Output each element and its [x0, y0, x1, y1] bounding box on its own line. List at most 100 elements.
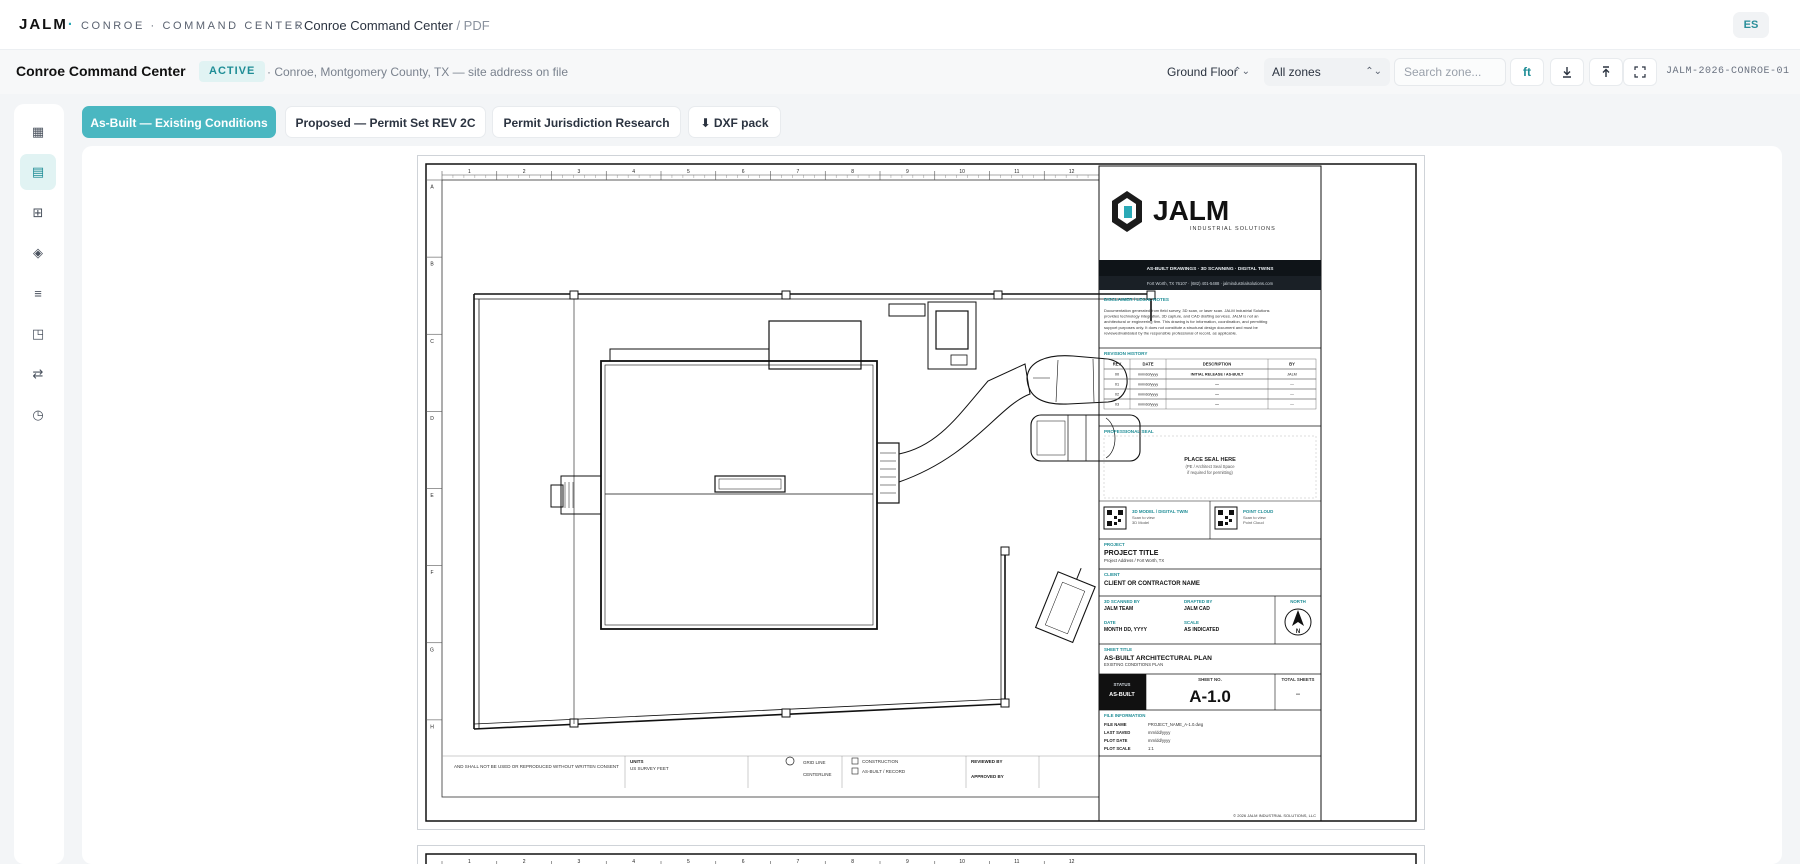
ruler-col-number: 4 — [632, 169, 635, 175]
north-arrow-icon: N — [1284, 608, 1312, 636]
disclaimer-line: reviewed/validated by the responsible pr… — [1104, 330, 1237, 335]
search-zone-input[interactable] — [1394, 58, 1506, 86]
client-value: CLIENT OR CONTRACTOR NAME — [1104, 581, 1200, 587]
file-info-value: PROJECT_NAME_A-1.0.dwg — [1148, 722, 1204, 727]
ruler-col-number: 5 — [687, 169, 690, 175]
seal-place: PLACE SEAL HERE — [1184, 457, 1236, 463]
qr-code-model — [1103, 506, 1127, 530]
ruler-col-number: 11 — [1014, 859, 1019, 864]
download-button[interactable] — [1550, 58, 1584, 86]
ruler-col-number: 5 — [687, 859, 690, 864]
ruler-row-letter: H — [430, 724, 434, 730]
upload-button[interactable] — [1589, 58, 1623, 86]
rail-grid-icon[interactable]: ⊞ — [20, 195, 56, 231]
ruler-col-number: 10 — [959, 169, 965, 175]
ruler-col-number: 11 — [1014, 169, 1019, 175]
revision-cell: — — [1290, 393, 1294, 397]
rail-plans-icon[interactable]: ▤ — [20, 154, 56, 190]
next-sheet-preview[interactable]: 1 2 3 4 5 6 7 8 9 10 11 12 — [417, 845, 1425, 864]
revision-header-cell: REV — [1113, 362, 1122, 367]
disclaimer-text: Documentation generated from field surve… — [1104, 308, 1270, 335]
client-label: CLIENT — [1104, 572, 1120, 577]
ruler-row-letter: B — [430, 262, 434, 268]
breadcrumb: › Conroe Command Center / PDF — [296, 18, 490, 33]
ruler-row-letter: F — [430, 570, 433, 576]
brand-subtitle: CONROE · COMMAND CENTER — [81, 20, 306, 32]
revision-cell: JALM — [1287, 373, 1297, 377]
note-bottom: AND SHALL NOT BE USED OR REPRODUCED WITH… — [454, 764, 619, 769]
status-label: STATUS — [1114, 682, 1131, 687]
tab-dxf-pack[interactable]: ⬇ DXF pack — [688, 106, 781, 138]
car-truck — [1030, 414, 1141, 462]
ruler-col-number: 1 — [468, 859, 471, 864]
ruler-col-number: 12 — [1069, 859, 1075, 864]
revision-cell: 01 — [1115, 383, 1119, 387]
ruler-col-number: 2 — [523, 859, 526, 864]
tab-permit-research[interactable]: Permit Jurisdiction Research — [492, 106, 681, 138]
trailer — [1034, 567, 1096, 644]
fullscreen-button[interactable] — [1623, 58, 1657, 86]
legend-construction: CONSTRUCTION — [862, 759, 898, 764]
project-value: PROJECT TITLE — [1104, 550, 1159, 557]
date-value: MONTH DD, YYYY — [1104, 627, 1148, 633]
ruler-col-number: 8 — [851, 859, 854, 864]
top-nav: JALM· CONROE · COMMAND CENTER › Conroe C… — [0, 0, 1800, 50]
left-rail: ▦ ▤ ⊞ ◈ ≡ ◳ ⇄ ◷ — [14, 104, 64, 864]
rail-list-icon[interactable]: ≡ — [20, 276, 56, 312]
sheet-title-value: AS-BUILT ARCHITECTURAL PLAN — [1104, 655, 1212, 662]
revision-cell: mm/dd/yyyy — [1138, 403, 1158, 407]
rail-dashboard-icon[interactable]: ▦ — [20, 114, 56, 150]
rail-sheets-icon[interactable]: ◳ — [20, 316, 56, 352]
legend-center: CENTERLINE — [803, 772, 832, 777]
rail-layers-icon[interactable]: ◈ — [20, 235, 56, 271]
disclaimer-title: DISCLAIMER / LEGAL NOTES — [1104, 297, 1169, 302]
ruler-row-letter: E — [430, 493, 434, 499]
tab-proposed[interactable]: Proposed — Permit Set REV 2C — [285, 106, 486, 138]
zones-select[interactable]: All zones ⌃⌄ — [1264, 58, 1390, 86]
tab-as-built[interactable]: As-Built — Existing Conditions — [82, 106, 276, 138]
project-address: · Conroe, Montgomery County, TX — site a… — [267, 65, 569, 79]
project-code: JALM-2026-CONROE-01 — [1666, 66, 1790, 77]
revision-header-cell: DATE — [1142, 362, 1153, 367]
drawing-sheet[interactable]: 1 2 3 4 5 6 7 8 9 10 11 12 A B C D E F G H — [417, 155, 1425, 830]
reviewed-by: REVIEWED BY — [971, 759, 1003, 764]
rail-transfer-icon[interactable]: ⇄ — [20, 356, 56, 392]
revision-cell: — — [1290, 403, 1294, 407]
file-info-label: PLOT SCALE — [1104, 746, 1131, 751]
project-title: Conroe Command Center — [16, 63, 186, 79]
rail-history-icon[interactable]: ◷ — [20, 397, 56, 433]
ruler-col-number: 10 — [959, 859, 965, 864]
revision-cell: — — [1215, 393, 1219, 397]
ruler-col-number: 6 — [742, 859, 745, 864]
unit-toggle-button[interactable]: ft — [1510, 58, 1544, 86]
seal-sub1: (PE / Architect Seal Space — [1185, 464, 1235, 469]
qr2-line2: Point Cloud — [1243, 520, 1264, 525]
revision-cell: INITIAL RELEASE / AS-BUILT — [1191, 373, 1244, 377]
breadcrumb-doc: / PDF — [456, 18, 490, 33]
drafted-value: JALM CAD — [1184, 606, 1210, 612]
ruler-col-number: 4 — [632, 859, 635, 864]
file-info-title: FILE INFORMATION — [1104, 713, 1145, 718]
scanned-label: 3D SCANNED BY — [1104, 599, 1140, 604]
banner-text: AS-BUILT DRAWINGS · 3D SCANNING · DIGITA… — [1147, 266, 1275, 272]
scale-label: SCALE — [1184, 620, 1199, 625]
floor-select[interactable]: Ground Floor ⌃⌄ — [1160, 58, 1258, 86]
revision-cell: mm/dd/yyyy — [1138, 373, 1158, 377]
language-toggle[interactable]: ES — [1733, 12, 1769, 38]
brand-logo[interactable]: JALM· — [19, 16, 75, 33]
scale-value: AS INDICATED — [1184, 627, 1220, 633]
ruler-col-number: 7 — [796, 859, 799, 864]
project-header: Conroe Command Center ACTIVE · Conroe, M… — [0, 50, 1800, 94]
breadcrumb-current[interactable]: Conroe Command Center — [304, 18, 453, 33]
ruler-col-number: 1 — [468, 169, 471, 175]
revision-cell: 02 — [1115, 393, 1119, 397]
copyright-text: © 2026 JALM INDUSTRIAL SOLUTIONS, LLC — [1233, 813, 1316, 818]
sheet-rulers: 1 2 3 4 5 6 7 8 9 10 11 12ABCDEFGH — [426, 169, 1099, 730]
ruler-col-number: 9 — [906, 859, 909, 864]
bottom-notes: AND SHALL NOT BE USED OR REPRODUCED WITH… — [442, 755, 1099, 788]
ruler-col-number: 12 — [1069, 169, 1075, 175]
upload-icon — [1602, 66, 1610, 77]
file-info-value: 1:1 — [1148, 746, 1154, 751]
disclaimer-line: provides technology integration, 3D capt… — [1104, 314, 1259, 319]
file-info-value: mm/dd/yyyy — [1148, 730, 1171, 735]
